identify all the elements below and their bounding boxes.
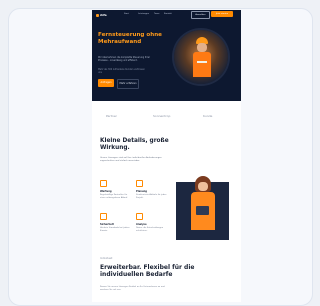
hero-subtitle: Wir übernehmen die komplette Steuerung I… [98, 56, 150, 62]
logo-text: Aifa [100, 13, 107, 17]
hero-trust-text: Mehr als 300 zufriedene Kunden vertrauen… [98, 68, 145, 74]
section-text: Passen Sie unsere Lösungen flexibel an I… [100, 286, 165, 291]
hero-secondary-button[interactable]: Mehr erfahren [117, 79, 139, 89]
feature-card: Sicherheit Höchste Standards bei jedem E… [100, 213, 132, 232]
partner-logo: Sonnentrop [153, 114, 171, 118]
partner-logo-strip: Partner Sonnentrop Kunde [98, 114, 235, 124]
feature-desc: Regelmäßige Kontrollen für einen reibung… [100, 194, 128, 199]
section-title: Erweiterbar. Flexibel für die individuel… [100, 264, 195, 278]
worker-photo [176, 176, 229, 240]
logo-mark-icon [96, 13, 99, 17]
hero-primary-button[interactable]: Anfragen [98, 79, 114, 87]
shield-icon [100, 213, 107, 220]
feature-title: Wartung [100, 190, 112, 193]
feature-card: Analyse Daten, die Entscheidungen erleic… [136, 213, 168, 232]
nav-item-services[interactable]: Leistungen [138, 13, 149, 15]
tool-icon [100, 180, 107, 187]
vest-shape [193, 52, 211, 77]
doc-icon [136, 180, 143, 187]
hero-title: Fernsteuerung ohne Mehraufwand [98, 32, 162, 45]
nav-item-contact[interactable]: Kontakt [164, 13, 172, 15]
feature-title: Sicherheit [100, 223, 114, 226]
website-preview: Aifa Start Leistungen Team Kontakt Anmel… [92, 10, 241, 302]
section-kicker: Individuell [100, 257, 113, 260]
hero-section: Aifa Start Leistungen Team Kontakt Anmel… [92, 10, 241, 101]
partner-logo: Partner [106, 114, 117, 118]
feature-card: Planung Strukturierte Abläufe für jedes … [136, 180, 168, 199]
section-title: Kleine Details, große Wirkung. [100, 138, 169, 151]
feature-title: Planung [136, 190, 148, 193]
start-button[interactable]: Jetzt starten [211, 11, 233, 17]
face-shape [197, 43, 207, 52]
section-text: Unsere Lösungen sind auf Ihre individuel… [100, 157, 162, 162]
nav-item-team[interactable]: Team [154, 13, 159, 15]
nav-item-start[interactable]: Start [124, 13, 129, 15]
login-button[interactable]: Anmelden [191, 11, 210, 19]
feature-card: Wartung Regelmäßige Kontrollen für einen… [100, 180, 132, 199]
tablet-shape [196, 206, 209, 215]
site-logo[interactable]: Aifa [96, 13, 107, 17]
feature-desc: Strukturierte Abläufe für jedes Projekt. [136, 194, 167, 199]
feature-desc: Daten, die Entscheidungen erleichtern. [136, 227, 164, 232]
chart-icon [136, 213, 143, 220]
partner-logo: Kunde [203, 114, 213, 118]
feature-title: Analyse [136, 223, 147, 226]
hero-worker-image [192, 37, 212, 81]
feature-desc: Höchste Standards bei jedem Einsatz. [100, 227, 130, 232]
face-shape [198, 182, 208, 191]
